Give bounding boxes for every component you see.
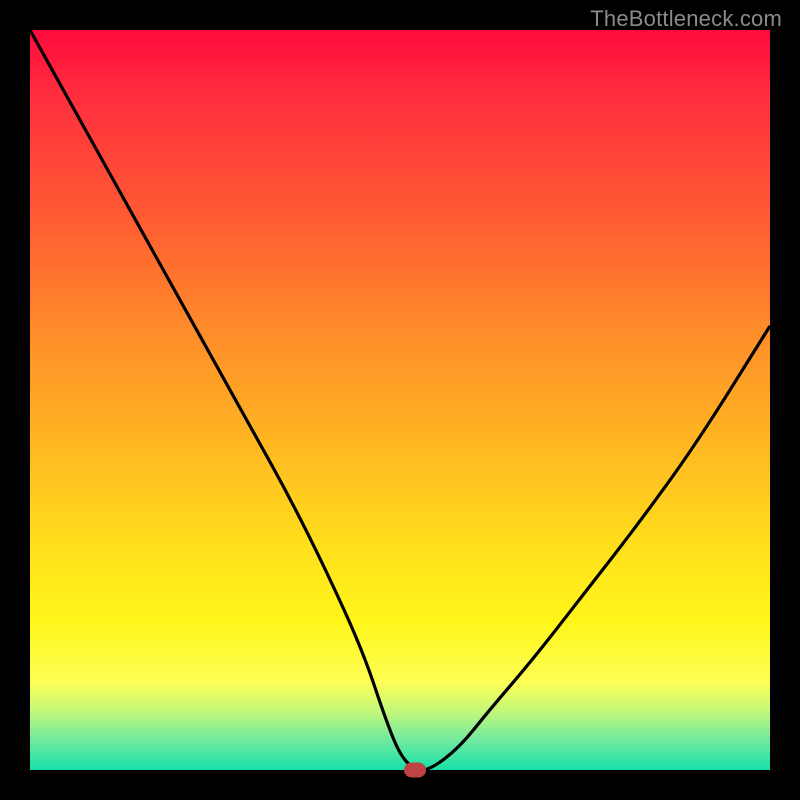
plot-area: [30, 30, 770, 770]
bottleneck-curve: [30, 30, 770, 770]
curve-path: [30, 30, 770, 770]
chart-frame: TheBottleneck.com: [0, 0, 800, 800]
watermark-text: TheBottleneck.com: [590, 6, 782, 32]
optimum-marker: [404, 763, 426, 778]
